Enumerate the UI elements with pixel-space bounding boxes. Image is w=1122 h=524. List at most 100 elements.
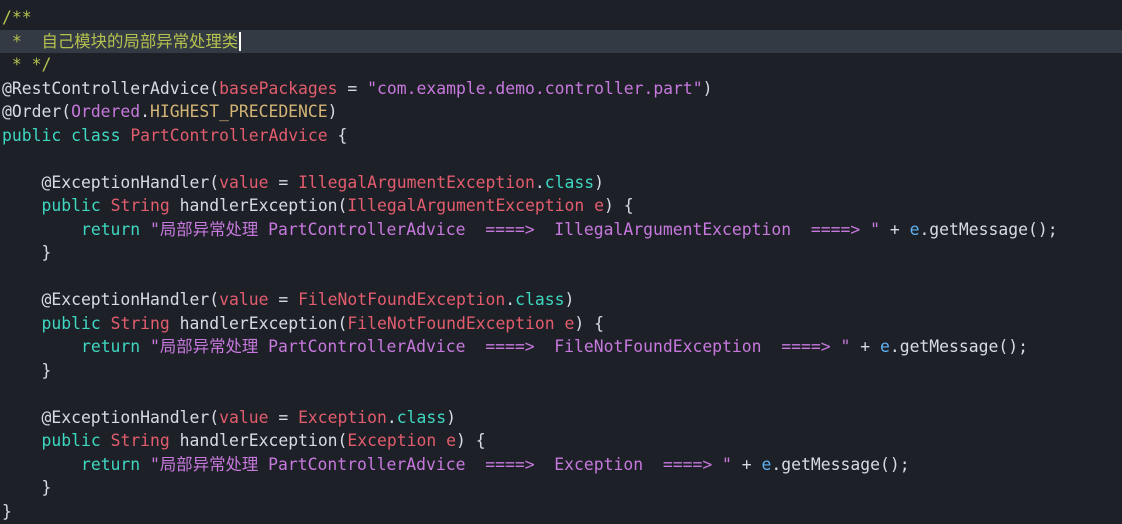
code-line[interactable]: public class PartControllerAdvice { bbox=[0, 124, 1122, 148]
code-token: PartControllerAdvice bbox=[130, 126, 327, 145]
code-token: "com.example.demo.controller.part" bbox=[367, 79, 703, 98]
code-token: class bbox=[397, 408, 446, 427]
code-token: "局部异常处理 PartControllerAdvice ====> Illeg… bbox=[150, 220, 880, 239]
code-token: IllegalArgumentException bbox=[298, 173, 535, 192]
code-token bbox=[101, 314, 111, 333]
code-token: @RestControllerAdvice( bbox=[2, 79, 219, 98]
code-token: public bbox=[2, 126, 61, 145]
code-token: handlerException( bbox=[170, 431, 348, 450]
code-token: value bbox=[219, 290, 268, 309]
code-line[interactable]: @Order(Ordered.HIGHEST_PRECEDENCE) bbox=[0, 100, 1122, 124]
code-token: HIGHEST_PRECEDENCE bbox=[150, 102, 328, 121]
code-token: "局部异常处理 PartControllerAdvice ====> FileN… bbox=[150, 337, 850, 356]
code-line[interactable]: return "局部异常处理 PartControllerAdvice ====… bbox=[0, 218, 1122, 242]
code-token: e bbox=[762, 455, 772, 474]
code-line[interactable]: public String handlerException(Exception… bbox=[0, 429, 1122, 453]
code-line[interactable]: @ExceptionHandler(value = Exception.clas… bbox=[0, 406, 1122, 430]
code-line[interactable]: } bbox=[0, 476, 1122, 500]
code-token: return bbox=[81, 337, 140, 356]
code-token: ) bbox=[703, 79, 713, 98]
code-token: e bbox=[880, 337, 890, 356]
code-line[interactable] bbox=[0, 382, 1122, 406]
code-line[interactable]: return "局部异常处理 PartControllerAdvice ====… bbox=[0, 335, 1122, 359]
code-token: Ordered bbox=[71, 102, 140, 121]
code-token: = bbox=[268, 173, 298, 192]
code-token bbox=[120, 126, 130, 145]
code-token: } bbox=[2, 361, 51, 380]
code-token: public bbox=[41, 431, 100, 450]
code-token bbox=[2, 220, 81, 239]
code-token bbox=[2, 314, 41, 333]
code-token bbox=[2, 431, 41, 450]
code-line[interactable]: } bbox=[0, 241, 1122, 265]
code-token: } bbox=[2, 243, 51, 262]
code-token: ) bbox=[328, 102, 338, 121]
code-token: e bbox=[446, 431, 456, 450]
code-token: return bbox=[81, 220, 140, 239]
code-token: e bbox=[910, 220, 920, 239]
code-token bbox=[584, 196, 594, 215]
code-token bbox=[101, 196, 111, 215]
code-token: public bbox=[41, 314, 100, 333]
code-token: .getMessage(); bbox=[771, 455, 909, 474]
code-line[interactable]: public String handlerException(IllegalAr… bbox=[0, 194, 1122, 218]
code-token: + bbox=[850, 337, 880, 356]
code-token: . bbox=[535, 173, 545, 192]
code-token: IllegalArgumentException bbox=[347, 196, 584, 215]
text-cursor bbox=[239, 32, 241, 51]
code-token: String bbox=[111, 314, 170, 333]
code-token: e bbox=[565, 314, 575, 333]
code-line[interactable] bbox=[0, 147, 1122, 171]
code-token: .getMessage(); bbox=[890, 337, 1028, 356]
code-token bbox=[555, 314, 565, 333]
code-line-current[interactable]: * 自己模块的局部异常处理类 bbox=[0, 30, 1122, 54]
code-token bbox=[2, 196, 41, 215]
code-token: = bbox=[268, 290, 298, 309]
code-token: @ExceptionHandler( bbox=[2, 173, 219, 192]
code-token bbox=[140, 337, 150, 356]
code-token: ) bbox=[565, 290, 575, 309]
code-line[interactable]: @ExceptionHandler(value = IllegalArgumen… bbox=[0, 171, 1122, 195]
code-line[interactable]: @ExceptionHandler(value = FileNotFoundEx… bbox=[0, 288, 1122, 312]
code-token: ) { bbox=[574, 314, 604, 333]
code-line[interactable]: return "局部异常处理 PartControllerAdvice ====… bbox=[0, 453, 1122, 477]
code-token: Exception bbox=[298, 408, 387, 427]
code-token: + bbox=[880, 220, 910, 239]
code-token: ) bbox=[446, 408, 456, 427]
code-token bbox=[2, 337, 81, 356]
code-token: String bbox=[111, 196, 170, 215]
code-token: e bbox=[594, 196, 604, 215]
code-token: @Order( bbox=[2, 102, 71, 121]
code-token: handlerException( bbox=[170, 196, 348, 215]
code-token: class bbox=[71, 126, 120, 145]
code-token bbox=[61, 126, 71, 145]
code-line[interactable]: /** bbox=[0, 6, 1122, 30]
code-token bbox=[140, 455, 150, 474]
code-line[interactable]: public String handlerException(FileNotFo… bbox=[0, 312, 1122, 336]
code-token: Exception bbox=[347, 431, 436, 450]
code-token: handlerException( bbox=[170, 314, 348, 333]
code-token: . bbox=[140, 102, 150, 121]
code-token: . bbox=[387, 408, 397, 427]
code-area[interactable]: /** * 自己模块的局部异常处理类 * */@RestControllerAd… bbox=[0, 6, 1122, 523]
code-token: class bbox=[545, 173, 594, 192]
code-token: . bbox=[505, 290, 515, 309]
code-line[interactable]: } bbox=[0, 359, 1122, 383]
code-token: + bbox=[732, 455, 762, 474]
code-editor[interactable]: /** * 自己模块的局部异常处理类 * */@RestControllerAd… bbox=[0, 0, 1122, 524]
code-token: } bbox=[2, 478, 51, 497]
code-token bbox=[2, 455, 81, 474]
code-token: @ExceptionHandler( bbox=[2, 290, 219, 309]
code-line[interactable] bbox=[0, 265, 1122, 289]
code-token: basePackages bbox=[219, 79, 337, 98]
code-token: ) { bbox=[456, 431, 486, 450]
code-token: "局部异常处理 PartControllerAdvice ====> Excep… bbox=[150, 455, 732, 474]
code-token: public bbox=[41, 196, 100, 215]
code-token: .getMessage(); bbox=[919, 220, 1057, 239]
code-token: FileNotFoundException bbox=[298, 290, 505, 309]
code-line[interactable]: * */ bbox=[0, 53, 1122, 77]
code-token: ) { bbox=[604, 196, 634, 215]
code-line[interactable]: @RestControllerAdvice(basePackages = "co… bbox=[0, 77, 1122, 101]
code-line[interactable]: } bbox=[0, 500, 1122, 524]
code-token: FileNotFoundException bbox=[347, 314, 554, 333]
